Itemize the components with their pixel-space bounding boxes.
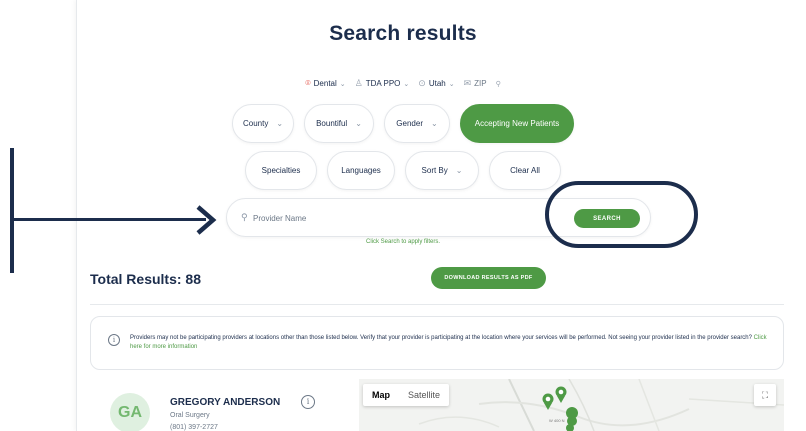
annotation-highlight [545, 181, 698, 248]
filter-row-2: Specialties Languages Sort By ⌄ Clear Al… [0, 151, 806, 190]
chevron-down-icon: ⌄ [403, 80, 410, 88]
chevron-down-icon: ⌄ [448, 80, 455, 88]
pin-icon[interactable]: ⚲ [496, 80, 501, 88]
location-pin-icon: ⊙ [418, 78, 426, 88]
map-pin-cluster [542, 386, 578, 431]
mail-icon: ✉ [463, 78, 472, 88]
person-icon: ♙ [354, 78, 363, 88]
provider-specialty: Oral Surgery [170, 412, 210, 419]
map-marker[interactable] [566, 407, 578, 431]
summary-plan[interactable]: ♙ TDA PPO ⌄ [355, 78, 410, 89]
summary-zip[interactable]: ✉ ZIP [464, 78, 487, 89]
annotation-arrow-line [10, 218, 206, 221]
page-title: Search results [329, 22, 477, 45]
city-filter[interactable]: Bountiful ⌄ [304, 104, 374, 143]
languages-filter[interactable]: Languages [327, 151, 395, 190]
summary-state[interactable]: ⊙ Utah ⌄ [418, 78, 454, 89]
chevron-down-icon: ⌄ [430, 119, 438, 128]
summary-dental[interactable]: ⌾ Dental ⌄ [305, 78, 345, 89]
provider-phone[interactable]: (801) 397-2727 [170, 424, 218, 431]
participation-notice: i Providers may not be participating pro… [90, 316, 784, 370]
filter-row-1: County ⌄ Bountiful ⌄ Gender ⌄ Accepting … [0, 104, 806, 143]
arrow-right-icon [196, 205, 217, 235]
clear-all-button[interactable]: Clear All [489, 151, 561, 190]
map-type-tabs: Map Satellite [363, 384, 450, 406]
sort-by-filter[interactable]: Sort By ⌄ [405, 151, 479, 190]
provider-name[interactable]: GREGORY ANDERSON [170, 397, 280, 408]
provider-name-input[interactable] [253, 210, 503, 226]
notice-text: Providers may not be participating provi… [130, 335, 752, 341]
filter-summary: ⌾ Dental ⌄ ♙ TDA PPO ⌄ ⊙ Utah ⌄ ✉ ZIP ⚲ [0, 78, 806, 89]
map-tab-satellite[interactable]: Satellite [399, 384, 449, 406]
tooth-icon: ⌾ [305, 78, 311, 88]
total-results: Total Results: 88 [90, 271, 201, 287]
fullscreen-icon[interactable]: ⛶ [754, 384, 776, 406]
specialties-filter[interactable]: Specialties [245, 151, 317, 190]
divider [90, 304, 784, 305]
map-tab-map[interactable]: Map [363, 384, 399, 406]
info-icon: i [108, 334, 120, 346]
search-hint: Click Search to apply filters. [365, 239, 441, 245]
info-icon[interactable]: i [301, 395, 315, 409]
county-filter[interactable]: County ⌄ [232, 104, 294, 143]
chevron-down-icon: ⌄ [355, 119, 362, 128]
provider-card[interactable]: GA GREGORY ANDERSON Oral Surgery (801) 3… [110, 385, 330, 431]
map-marker[interactable] [542, 393, 554, 411]
download-pdf-button[interactable]: DOWNLOAD RESULTS AS PDF [431, 267, 546, 289]
map-marker[interactable] [555, 386, 567, 404]
avatar: GA [110, 393, 150, 431]
chevron-down-icon: ⌄ [339, 80, 346, 88]
results-map[interactable]: Map Satellite ⛶ W 400 N [359, 379, 784, 431]
chevron-down-icon: ⌄ [276, 119, 284, 128]
gender-filter[interactable]: Gender ⌄ [384, 104, 450, 143]
chevron-down-icon: ⌄ [455, 166, 463, 175]
accepting-new-patients-toggle[interactable]: Accepting New Patients [460, 104, 574, 143]
annotation-bar [10, 148, 14, 273]
search-icon: ⚲ [241, 212, 248, 222]
